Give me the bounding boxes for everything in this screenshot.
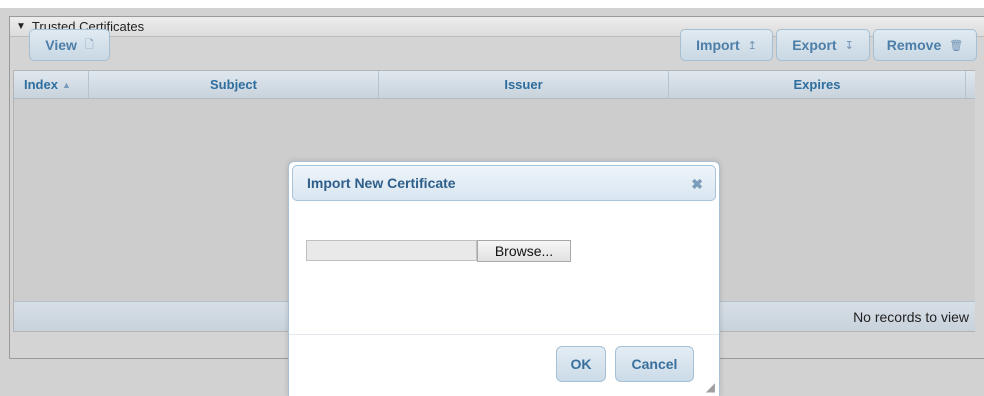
triangle-down-icon[interactable]: ▼ (16, 21, 26, 32)
resize-grip-icon[interactable]: ◢ (706, 380, 715, 394)
file-path-input[interactable] (306, 240, 477, 261)
export-button-label: Export (792, 37, 837, 53)
dialog-divider (289, 334, 719, 335)
export-button[interactable]: Export ↧ (776, 29, 870, 61)
view-button[interactable]: View 🗋 (29, 29, 110, 61)
ok-button[interactable]: OK (556, 346, 606, 382)
column-header-expires-label: Expires (793, 77, 841, 92)
page-top-strip (0, 0, 984, 8)
column-header-subject-label: Subject (210, 77, 257, 92)
remove-button-label: Remove (886, 37, 942, 53)
column-header-index-label: Index (24, 77, 58, 92)
close-icon[interactable]: ✖ (691, 176, 703, 193)
column-header-expires[interactable]: Expires (669, 71, 966, 98)
download-icon: ↧ (844, 39, 854, 52)
dialog-titlebar[interactable]: Import New Certificate ✖ (292, 165, 716, 201)
view-button-label: View (45, 37, 77, 53)
column-header-subject[interactable]: Subject (89, 71, 379, 98)
browse-button[interactable]: Browse... (477, 240, 571, 262)
no-records-text: No records to view (853, 309, 969, 325)
trash-icon: 🗑 (949, 39, 964, 52)
document-icon: 🗋 (84, 38, 94, 51)
dialog-title: Import New Certificate (307, 175, 456, 191)
import-button-label: Import (696, 37, 740, 53)
column-header-issuer[interactable]: Issuer (379, 71, 669, 98)
sort-icon: ▲ (61, 79, 71, 90)
remove-button[interactable]: Remove 🗑 (873, 29, 977, 61)
import-button[interactable]: Import ↥ (680, 29, 773, 61)
column-header-issuer-label: Issuer (504, 77, 543, 92)
cancel-button[interactable]: Cancel (615, 346, 694, 382)
column-header-index[interactable]: Index ▲ (14, 71, 89, 98)
upload-icon: ↥ (747, 39, 757, 52)
table-header: Index ▲ Subject Issuer Expires (14, 71, 975, 99)
import-certificate-dialog: Import New Certificate ✖ Browse... OK Ca… (288, 161, 720, 396)
